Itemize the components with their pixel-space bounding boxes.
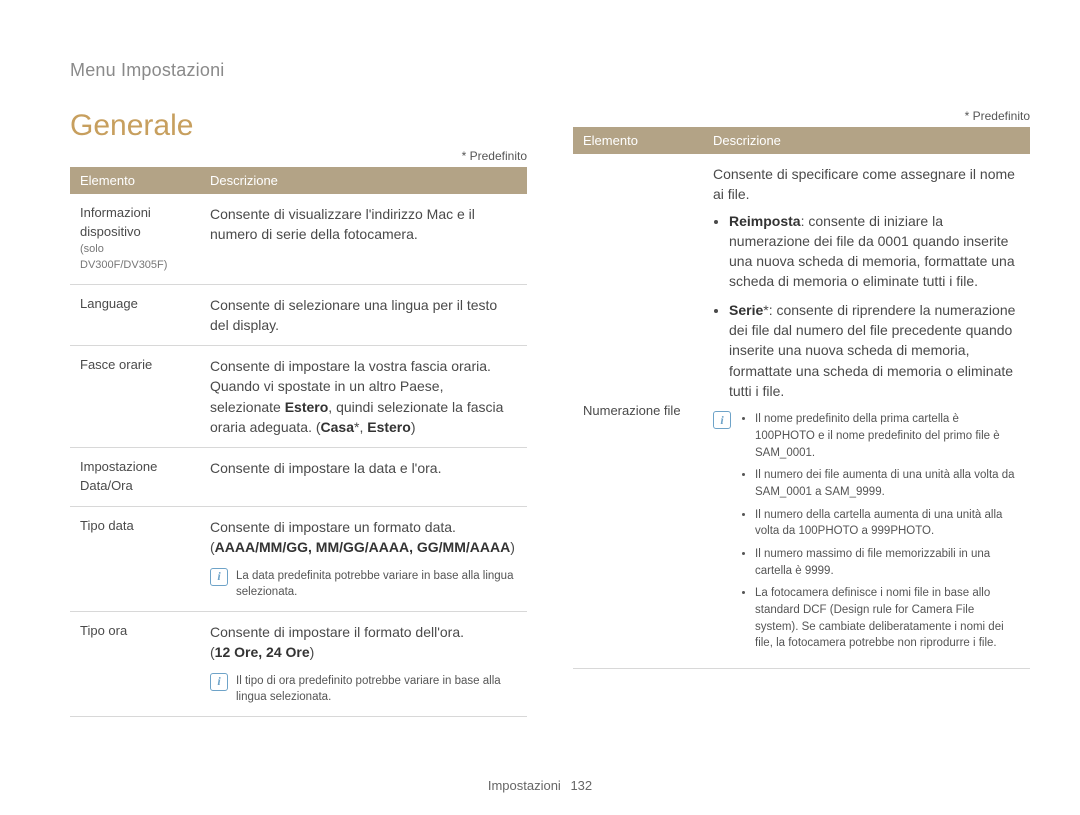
table-row: Impostazione Data/Ora Consente di impost…	[70, 448, 527, 507]
note-item: Il nome predefinito della prima cartella…	[755, 411, 1020, 461]
note-text: La data predefinita potrebbe variare in …	[236, 568, 517, 601]
note-item: Il numero dei file aumenta di una unità …	[755, 467, 1020, 500]
row-label: Numerazione file	[573, 154, 703, 669]
predef-note-right: * Predefinito	[573, 109, 1030, 123]
info-icon: i	[210, 568, 228, 586]
left-column: Generale * Predefinito Elemento Descrizi…	[70, 109, 527, 717]
row-label: Informazioni dispositivo	[80, 205, 151, 239]
note-list: Il nome predefinito della prima cartella…	[739, 411, 1020, 658]
row-label: Fasce orarie	[70, 346, 200, 448]
row-desc: Consente di visualizzare l'indirizzo Mac…	[200, 194, 527, 284]
table-row: Fasce orarie Consente di impostare la vo…	[70, 346, 527, 448]
row-sublabel: (solo DV300F/DV305F)	[80, 242, 190, 274]
note-item: La fotocamera definisce i nomi file in b…	[755, 585, 1020, 652]
row-label: Language	[70, 284, 200, 346]
th-element: Elemento	[573, 127, 703, 154]
page-footer: Impostazioni 132	[0, 778, 1080, 793]
info-icon: i	[713, 411, 731, 429]
table-row: Numerazione file Consente di specificare…	[573, 154, 1030, 669]
page-title: Generale	[70, 109, 527, 143]
row-desc: Consente di impostare il formato dell'or…	[200, 611, 527, 716]
row-label: Tipo data	[70, 507, 200, 612]
row-desc: Consente di impostare la data e l'ora.	[200, 448, 527, 507]
row-desc: Consente di impostare un formato data. (…	[200, 507, 527, 612]
row-label: Tipo ora	[70, 611, 200, 716]
table-row: Tipo ora Consente di impostare il format…	[70, 611, 527, 716]
breadcrumb: Menu Impostazioni	[70, 60, 1030, 81]
footer-page: 132	[570, 778, 592, 793]
note-item: Il numero massimo di file memorizzabili …	[755, 546, 1020, 579]
info-icon: i	[210, 673, 228, 691]
row-desc: Consente di selezionare una lingua per i…	[200, 284, 527, 346]
table-row: Language Consente di selezionare una lin…	[70, 284, 527, 346]
th-desc: Descrizione	[200, 167, 527, 194]
table-row: Tipo data Consente di impostare un forma…	[70, 507, 527, 612]
footer-section: Impostazioni	[488, 778, 561, 793]
note-item: Il numero della cartella aumenta di una …	[755, 507, 1020, 540]
settings-table-right: Elemento Descrizione Numerazione file Co…	[573, 127, 1030, 669]
settings-table-left: Elemento Descrizione Informazioni dispos…	[70, 167, 527, 717]
th-element: Elemento	[70, 167, 200, 194]
note-text: Il tipo di ora predefinito potrebbe vari…	[236, 673, 517, 706]
row-desc: Consente di specificare come assegnare i…	[703, 154, 1030, 669]
th-desc: Descrizione	[703, 127, 1030, 154]
row-desc: Consente di impostare la vostra fascia o…	[200, 346, 527, 448]
right-column: * Predefinito Elemento Descrizione Numer…	[573, 109, 1030, 717]
row-label: Impostazione Data/Ora	[70, 448, 200, 507]
table-row: Informazioni dispositivo (solo DV300F/DV…	[70, 194, 527, 284]
predef-note-left: * Predefinito	[70, 149, 527, 163]
